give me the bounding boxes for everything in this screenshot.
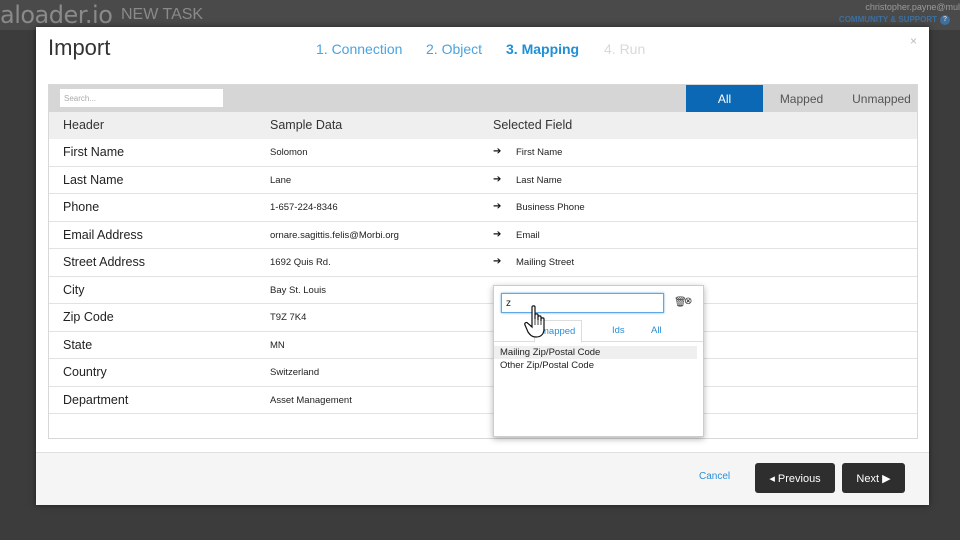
row-sample-cell: Solomon (270, 147, 308, 158)
filter-bar: All Mapped Unmapped (49, 85, 917, 112)
row-selected-field[interactable]: Business Phone (516, 202, 585, 213)
column-header-header: Header (63, 118, 104, 132)
row-sample-cell: Lane (270, 175, 291, 186)
row-header-cell: Email Address (63, 228, 143, 242)
table-row: Zip Code T9Z 7K4 (49, 304, 917, 332)
cancel-link[interactable]: Cancel (699, 471, 730, 482)
arrow-right-icon: ➔ (493, 201, 501, 212)
step-run: 4. Run (604, 41, 645, 57)
arrow-right-icon: ➔ (493, 146, 501, 157)
app-logo: aloader.io (0, 0, 112, 30)
arrow-right-icon: ➔ (493, 174, 501, 185)
row-header-cell: City (63, 283, 85, 297)
table-row: First Name Solomon ➔ First Name (49, 139, 917, 167)
field-option[interactable]: Mailing Zip/Postal Code (494, 346, 697, 359)
previous-button[interactable]: ◂ Previous (755, 463, 835, 493)
mapping-table: All Mapped Unmapped Header Sample Data S… (48, 84, 918, 439)
row-selected-field[interactable]: Last Name (516, 175, 562, 186)
row-header-cell: Country (63, 365, 107, 379)
column-header-sample: Sample Data (270, 118, 342, 132)
step-connection[interactable]: 1. Connection (316, 41, 402, 57)
community-support-link[interactable]: COMMUNITY & SUPPORT? (839, 15, 950, 25)
row-sample-cell: 1-657-224-8346 (270, 202, 338, 213)
row-sample-cell: T9Z 7K4 (270, 312, 306, 323)
import-modal: Import 1. Connection 2. Object 3. Mappin… (36, 27, 929, 505)
field-options-list: Mailing Zip/Postal Code Other Zip/Postal… (494, 346, 703, 372)
close-icon[interactable]: × (910, 34, 917, 48)
tab-ids[interactable]: Ids (612, 325, 625, 336)
next-button[interactable]: Next ▶ (842, 463, 905, 493)
field-option[interactable]: Other Zip/Postal Code (494, 359, 697, 372)
table-row: Email Address ornare.sagittis.felis@Morbi… (49, 222, 917, 250)
row-sample-cell: MN (270, 340, 285, 351)
table-row: Country Switzerland (49, 359, 917, 387)
filter-mapped-button[interactable]: Mapped (763, 85, 840, 112)
row-selected-field[interactable]: Mailing Street (516, 257, 574, 268)
row-sample-cell: Switzerland (270, 367, 319, 378)
table-row: Phone 1-657-224-8346 ➔ Business Phone (49, 194, 917, 222)
row-sample-cell: Asset Management (270, 395, 352, 406)
app-bar: aloader.io NEW TASK christopher.payne@mu… (0, 0, 960, 30)
filter-unmapped-button[interactable]: Unmapped (844, 85, 919, 112)
table-row: State MN (49, 332, 917, 360)
table-row: Street Address 1692 Quis Rd. ➔ Mailing Stre… (49, 249, 917, 277)
modal-title: Import (48, 35, 110, 61)
row-selected-field[interactable]: First Name (516, 147, 562, 158)
filter-all-button[interactable]: All (686, 85, 763, 112)
table-row: City Bay St. Louis (49, 277, 917, 305)
step-object[interactable]: 2. Object (426, 41, 482, 57)
user-email[interactable]: christopher.payne@mul (865, 2, 960, 12)
search-input[interactable] (60, 89, 223, 107)
arrow-right-icon: ➔ (493, 256, 501, 267)
tab-unmapped[interactable]: mapped (534, 320, 582, 343)
clear-icon[interactable]: ⊗ (684, 296, 692, 307)
arrow-right-icon: ➔ (493, 229, 501, 240)
help-icon[interactable]: ? (940, 15, 950, 25)
tab-all[interactable]: All (651, 325, 662, 336)
row-selected-field[interactable]: Email (516, 230, 540, 241)
modal-footer: Cancel ◂ Previous Next ▶ (36, 452, 929, 505)
step-mapping[interactable]: 3. Mapping (506, 41, 579, 57)
table-row: Last Name Lane ➔ Last Name (49, 167, 917, 195)
row-header-cell: Department (63, 393, 128, 407)
column-headers: Header Sample Data Selected Field (49, 112, 917, 139)
row-header-cell: Phone (63, 200, 99, 214)
popup-tabs: mapped Ids All (494, 320, 703, 342)
row-header-cell: First Name (63, 145, 124, 159)
row-sample-cell: Bay St. Louis (270, 285, 326, 296)
app-task-title: NEW TASK (121, 6, 203, 24)
row-header-cell: Last Name (63, 173, 123, 187)
field-search-input[interactable] (501, 293, 664, 313)
row-sample-cell: 1692 Quis Rd. (270, 257, 331, 268)
table-row: Department Asset Management (49, 387, 917, 415)
community-support-label[interactable]: COMMUNITY & SUPPORT (839, 15, 937, 24)
row-sample-cell: ornare.sagittis.felis@Morbi.org (270, 230, 399, 241)
row-header-cell: Zip Code (63, 310, 114, 324)
row-header-cell: Street Address (63, 255, 145, 269)
column-header-selected: Selected Field (493, 118, 572, 132)
row-header-cell: State (63, 338, 92, 352)
field-selector-popup: 🗑︎ ⊗ mapped Ids All Mailing Zip/Postal C… (493, 285, 704, 437)
